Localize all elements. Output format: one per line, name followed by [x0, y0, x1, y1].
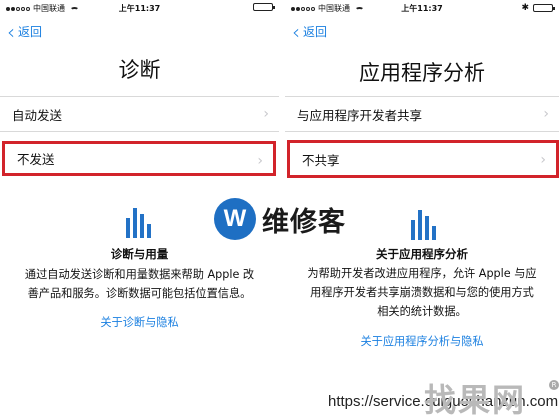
info-line: 相关的统计数据。: [377, 305, 467, 318]
status-time: 上午11:37: [401, 4, 443, 13]
info-line: 通过自动发送诊断和用量数据来帮助 Apple 改: [24, 268, 255, 281]
option-share-with-developers[interactable]: 与应用程序开发者共享 ›: [285, 97, 559, 131]
option-label: 与应用程序开发者共享: [297, 107, 423, 123]
bluetooth-icon: ✱: [521, 3, 529, 13]
watermark-logo: W: [214, 198, 256, 240]
option-label: 不发送: [17, 152, 55, 167]
chevron-right-icon: ›: [543, 106, 549, 122]
battery-icon: [533, 4, 555, 12]
divider: [0, 131, 279, 132]
info-line: 用程序开发者共享崩溃数据和与您的使用方式: [310, 286, 534, 299]
option-label: 不共享: [302, 152, 340, 168]
info-line: 为帮助开发者改进应用程序，允许 Apple 与应: [307, 267, 537, 280]
privacy-link[interactable]: 关于诊断与隐私: [0, 314, 279, 330]
option-dont-send[interactable]: 不发送 ›: [2, 141, 276, 176]
info-title: 关于应用程序分析: [376, 247, 468, 261]
back-button[interactable]: ‹ 返回: [7, 19, 43, 44]
back-button-label: 返回: [18, 25, 43, 39]
chevron-left-icon: ‹: [292, 19, 300, 44]
info-line: 善产品和服务。诊断数据可能包括位置信息。: [27, 287, 252, 300]
info-body: 通过自动发送诊断和用量数据来帮助 Apple 改 善产品和服务。诊断数据可能包括…: [0, 265, 279, 303]
chevron-left-icon: ‹: [7, 19, 15, 44]
status-bar: 中国联通 上午11:37: [0, 0, 279, 16]
info-title: 诊断与用量: [110, 247, 169, 261]
status-time: 上午11:37: [118, 4, 161, 13]
chevron-right-icon: ›: [540, 152, 546, 168]
page-title: 诊断: [118, 58, 161, 82]
chart-icon: [411, 210, 439, 240]
watermark-brand: 找果网: [424, 381, 527, 419]
status-right: ✱: [521, 3, 555, 13]
status-bar: 中国联通 上午11:37 ✱: [285, 0, 559, 16]
info-body: 为帮助开发者改进应用程序，允许 Apple 与应 用程序开发者共享崩溃数据和与您…: [285, 264, 559, 321]
option-dont-share[interactable]: 不共享 ›: [287, 140, 559, 178]
privacy-link[interactable]: 关于应用程序分析与隐私: [285, 333, 559, 349]
page-title: 应用程序分析: [359, 61, 485, 85]
option-label: 自动发送: [12, 107, 63, 123]
back-button-label: 返回: [303, 25, 328, 39]
watermark-center: W 维修客: [214, 198, 346, 240]
back-button[interactable]: ‹ 返回: [292, 19, 328, 44]
battery-icon: [253, 3, 275, 11]
divider: [285, 131, 559, 132]
chevron-right-icon: ›: [257, 153, 263, 169]
option-auto-send[interactable]: 自动发送 ›: [0, 97, 279, 131]
chart-icon: [126, 208, 154, 238]
chevron-right-icon: ›: [263, 106, 269, 122]
watermark-text: 维修客: [262, 206, 346, 238]
status-right: [253, 3, 275, 11]
registered-mark-icon: R: [549, 380, 559, 390]
